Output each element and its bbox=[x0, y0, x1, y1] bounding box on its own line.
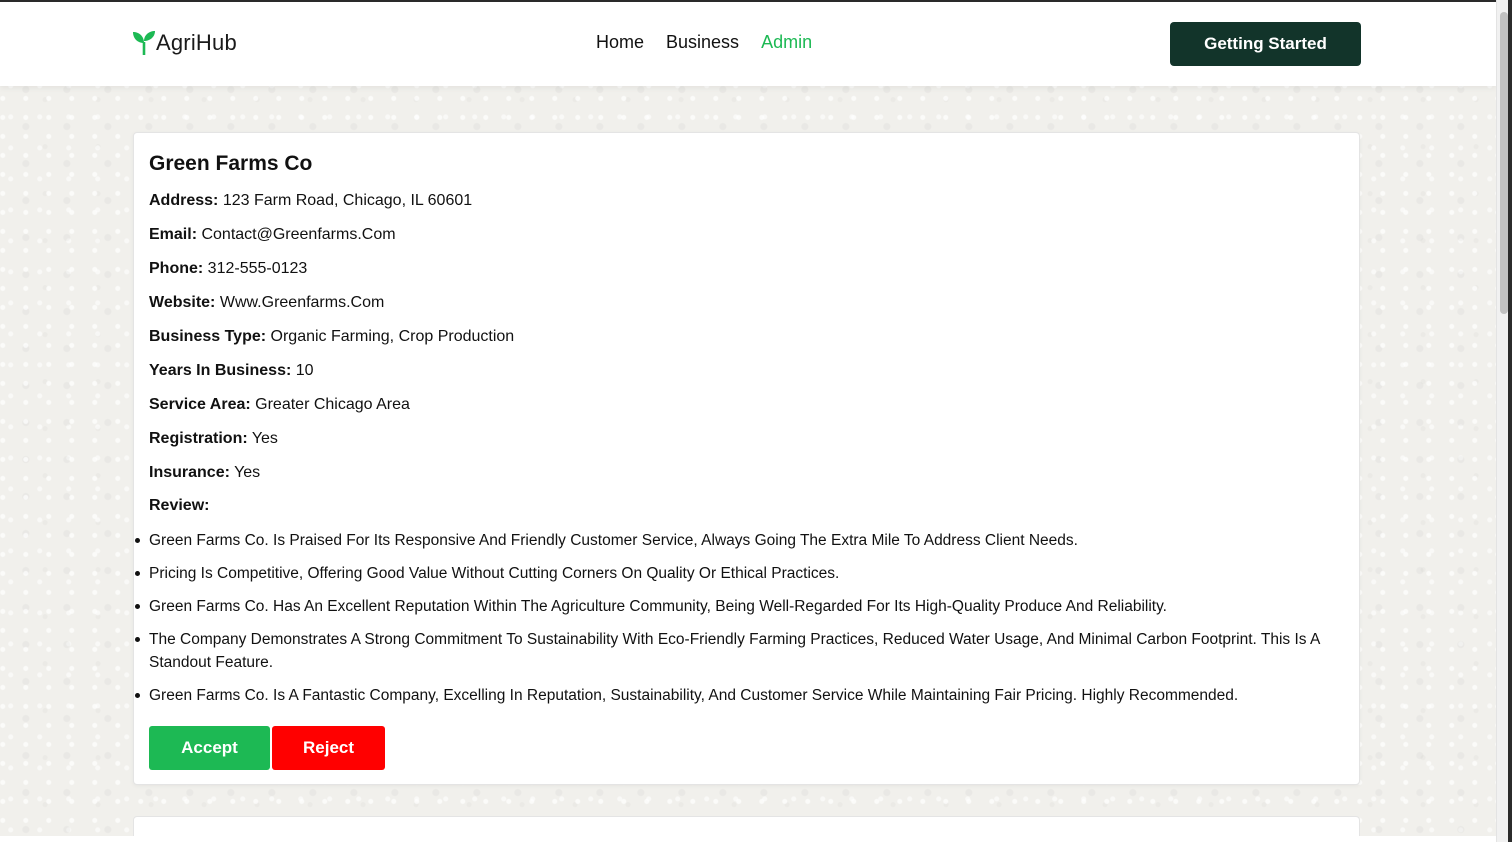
field-value: Contact@Greenfarms.Com bbox=[201, 226, 396, 243]
field-label: Address: bbox=[149, 192, 219, 209]
main-nav: Home Business Admin bbox=[596, 32, 812, 53]
field-value: Www.Greenfarms.Com bbox=[219, 294, 385, 311]
field-value: 123 Farm Road, Chicago, IL 60601 bbox=[222, 192, 473, 209]
field-service-area: Service Area: Greater Chicago Area bbox=[149, 396, 410, 414]
getting-started-button[interactable]: Getting Started bbox=[1170, 22, 1361, 66]
leaf-icon bbox=[133, 31, 155, 55]
scrollbar-thumb[interactable] bbox=[1500, 12, 1508, 314]
review-item: Green Farms Co. Is Praised For Its Respo… bbox=[134, 529, 1334, 552]
field-label: Email: bbox=[149, 226, 198, 243]
window-right-border bbox=[1508, 0, 1512, 842]
field-label: Insurance: bbox=[149, 464, 230, 481]
field-label: Website: bbox=[149, 294, 216, 311]
field-value: Yes bbox=[234, 464, 261, 481]
nav-admin[interactable]: Admin bbox=[761, 32, 812, 53]
field-value: Organic Farming, Crop Production bbox=[270, 328, 515, 345]
business-name: Green Farms Co bbox=[149, 152, 313, 175]
brand-logo[interactable]: AgriHub bbox=[132, 30, 237, 56]
field-years-in-business: Years In Business: 10 bbox=[149, 362, 314, 380]
field-address: Address: 123 Farm Road, Chicago, IL 6060… bbox=[149, 192, 472, 210]
field-label: Years In Business: bbox=[149, 362, 292, 379]
review-item: Green Farms Co. Has An Excellent Reputat… bbox=[134, 595, 1334, 618]
review-item: Green Farms Co. Is A Fantastic Company, … bbox=[134, 684, 1334, 707]
accept-button[interactable]: Accept bbox=[149, 726, 270, 770]
nav-home[interactable]: Home bbox=[596, 32, 644, 53]
field-email: Email: Contact@Greenfarms.Com bbox=[149, 226, 396, 244]
brand-name: AgriHub bbox=[156, 30, 237, 55]
field-value: Greater Chicago Area bbox=[255, 396, 410, 413]
field-website: Website: Www.Greenfarms.Com bbox=[149, 294, 384, 312]
nav-business[interactable]: Business bbox=[666, 32, 739, 53]
review-list: Green Farms Co. Is Praised For Its Respo… bbox=[134, 529, 1334, 717]
window-bottom-edge bbox=[0, 836, 1512, 842]
business-card: Green Farms Co Address: 123 Farm Road, C… bbox=[133, 132, 1360, 785]
field-value: 312-555-0123 bbox=[207, 260, 308, 277]
navbar: AgriHub Home Business Admin Getting Star… bbox=[0, 2, 1496, 86]
field-insurance: Insurance: Yes bbox=[149, 464, 260, 482]
field-value: 10 bbox=[295, 362, 314, 379]
field-phone: Phone: 312-555-0123 bbox=[149, 260, 307, 278]
review-item: Pricing Is Competitive, Offering Good Va… bbox=[134, 562, 1334, 585]
field-label: Registration: bbox=[149, 430, 248, 447]
reject-button[interactable]: Reject bbox=[272, 726, 385, 770]
field-registration: Registration: Yes bbox=[149, 430, 278, 448]
field-business-type: Business Type: Organic Farming, Crop Pro… bbox=[149, 328, 514, 346]
field-label: Service Area: bbox=[149, 396, 251, 413]
field-label: Business Type: bbox=[149, 328, 267, 345]
review-heading: Review: bbox=[149, 497, 210, 514]
review-item: The Company Demonstrates A Strong Commit… bbox=[134, 628, 1334, 674]
field-value: Yes bbox=[251, 430, 278, 447]
field-label: Phone: bbox=[149, 260, 204, 277]
